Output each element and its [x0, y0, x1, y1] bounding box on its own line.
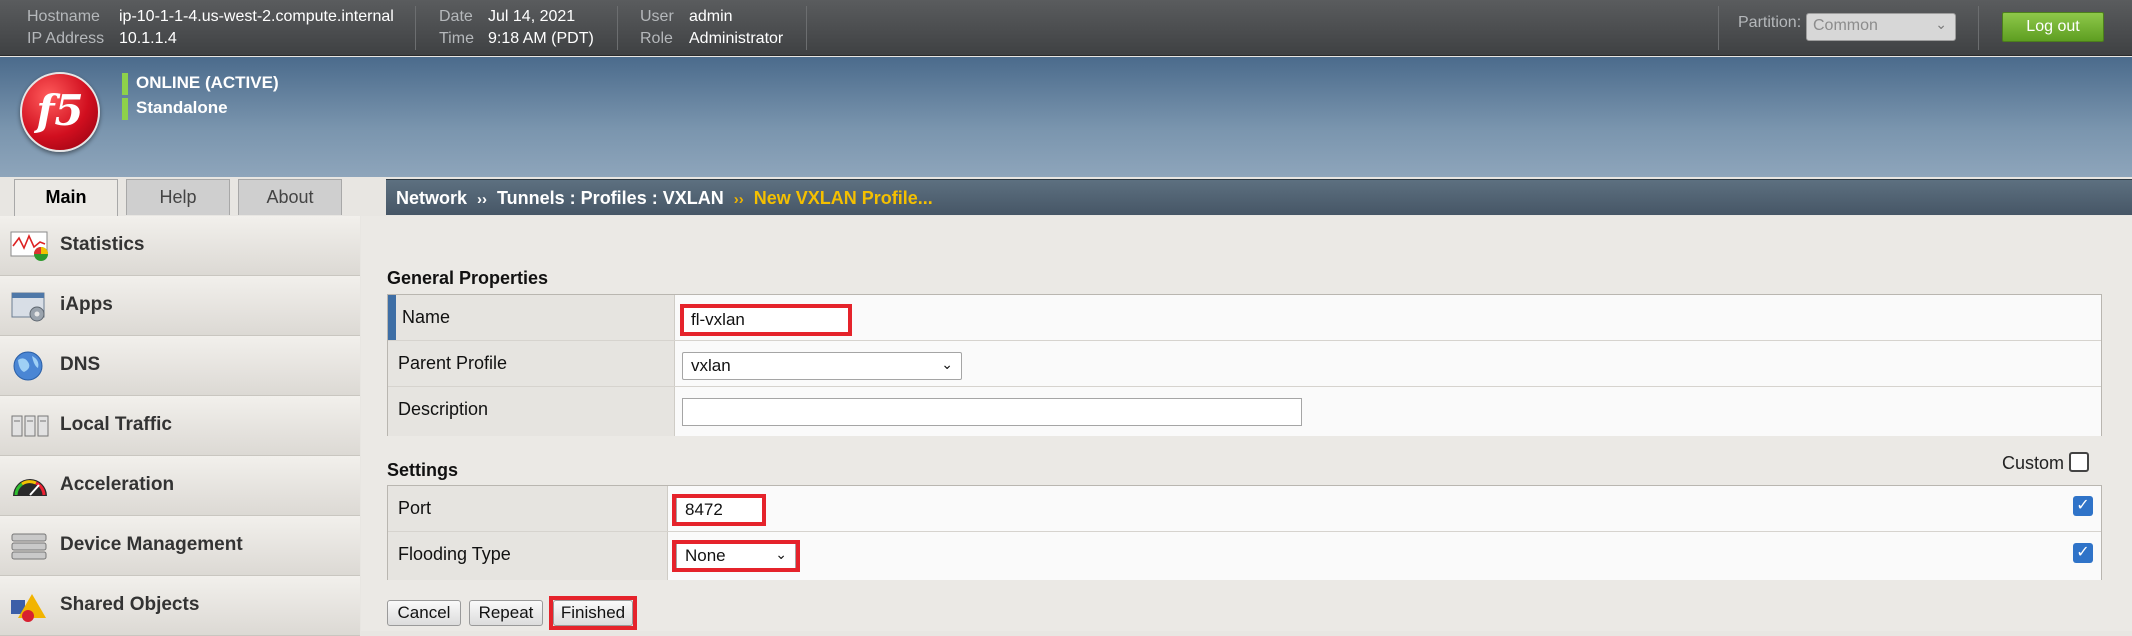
repeat-button[interactable]: Repeat: [469, 600, 543, 626]
highlight-box: [680, 304, 852, 336]
f5-logo: f5: [20, 72, 100, 152]
parent-profile-label: Parent Profile: [388, 341, 675, 386]
sidebar-item-label: Shared Objects: [60, 594, 200, 615]
sidebar-item-dns[interactable]: DNS: [0, 336, 360, 396]
sidebar-item-shared-objects[interactable]: Shared Objects: [0, 576, 360, 636]
date-label: Date: [439, 8, 473, 25]
device-management-icon: [11, 533, 47, 560]
flooding-type-label: Flooding Type: [388, 532, 668, 580]
sidebar-item-acceleration[interactable]: Acceleration: [0, 456, 360, 516]
divider: [415, 6, 416, 50]
top-info-bar: Hostname ip-10-1-1-4.us-west-2.compute.in…: [0, 0, 2132, 56]
breadcrumb: Network ›› Tunnels : Profiles : VXLAN ›› New…: [386, 179, 2132, 215]
sidebar-item-label: Acceleration: [60, 474, 175, 495]
breadcrumb-separator: ››: [477, 191, 488, 208]
description-input[interactable]: [682, 398, 1302, 426]
parent-profile-value: vxlan: [691, 356, 731, 375]
port-label: Port: [388, 486, 668, 531]
breadcrumb-vxlan-profiles[interactable]: Tunnels : Profiles : VXLAN: [497, 188, 724, 208]
divider: [806, 6, 807, 50]
role-value: Administrator: [689, 30, 784, 47]
status-standalone: Standalone: [122, 98, 228, 120]
cancel-button[interactable]: Cancel: [387, 600, 461, 626]
time-value: 9:18 AM (PDT): [488, 30, 594, 47]
port-custom-checkbox[interactable]: ✓: [2073, 496, 2093, 516]
sidebar-item-iapps[interactable]: iApps: [0, 276, 360, 336]
hostname-label: Hostname: [27, 8, 100, 25]
ip-address-value: 10.1.1.4: [119, 30, 177, 47]
port-row: Port: [388, 486, 2101, 532]
breadcrumb-separator: ››: [733, 191, 744, 208]
required-marker: [388, 295, 396, 340]
flooding-type-row: Flooding Type: [388, 532, 2101, 580]
sidebar-item-label: iApps: [60, 294, 113, 315]
chevron-down-icon: ⌄: [1935, 16, 1947, 32]
flooding-type-custom-checkbox[interactable]: ✓: [2073, 543, 2093, 563]
divider: [617, 6, 618, 50]
sidebar-item-device-management[interactable]: Device Management: [0, 516, 360, 576]
ip-address-label: IP Address: [27, 30, 105, 47]
tab-main[interactable]: Main: [14, 179, 118, 217]
breadcrumb-current: New VXLAN Profile...: [753, 188, 933, 208]
role-label: Role: [640, 30, 673, 47]
user-label: User: [640, 8, 674, 25]
header-banner: f5 ONLINE (ACTIVE) Standalone: [0, 57, 2132, 177]
statistics-icon: [10, 231, 48, 261]
name-value-cell: [675, 295, 2101, 340]
highlight-box: [672, 540, 800, 572]
description-label: Description: [388, 387, 675, 436]
shared-objects-icon: [11, 594, 46, 622]
local-traffic-icon: [11, 415, 49, 437]
hostname-value: ip-10-1-1-4.us-west-2.compute.internal: [119, 8, 394, 25]
chevron-down-icon: ⌄: [941, 356, 953, 372]
logout-button[interactable]: Log out: [2002, 12, 2104, 42]
tab-about[interactable]: About: [238, 179, 342, 215]
highlight-box: [549, 596, 637, 630]
date-value: Jul 14, 2021: [488, 8, 576, 25]
sidebar: Statistics iApps DNS Local Traffic Accel…: [0, 216, 360, 636]
status-online: ONLINE (ACTIVE): [122, 73, 279, 95]
acceleration-gauge-icon: [13, 479, 47, 496]
time-label: Time: [439, 30, 474, 47]
parent-profile-row: Parent Profile: [388, 341, 2101, 387]
settings-title: Settings: [387, 460, 459, 480]
sidebar-item-statistics[interactable]: Statistics: [0, 216, 360, 276]
divider: [1718, 6, 1719, 50]
name-row: Name: [388, 295, 2101, 341]
sidebar-item-label: Statistics: [60, 234, 145, 255]
dns-globe-icon: [13, 351, 43, 381]
sidebar-item-label: Device Management: [60, 534, 243, 555]
general-properties-title: General Properties: [387, 268, 549, 288]
divider: [1978, 6, 1979, 50]
user-block: User admin Role Administrator: [640, 6, 783, 50]
partition-select[interactable]: Common ⌄: [1806, 13, 1956, 41]
datetime-block: Date Jul 14, 2021 Time 9:18 AM (PDT): [439, 6, 594, 50]
sidebar-item-local-traffic[interactable]: Local Traffic: [0, 396, 360, 456]
user-value: admin: [689, 8, 733, 25]
settings-table: Port Flooding Type: [387, 485, 2102, 580]
breadcrumb-network[interactable]: Network: [396, 188, 467, 208]
name-label: Name: [388, 295, 675, 340]
iapps-icon: [11, 292, 45, 322]
sidebar-item-label: Local Traffic: [60, 414, 172, 435]
partition-label: Partition:: [1738, 14, 1802, 31]
hostname-block: Hostname ip-10-1-1-4.us-west-2.compute.in…: [27, 6, 394, 50]
flooding-type-value-cell: [668, 532, 2101, 580]
highlight-box: [672, 494, 766, 526]
partition-value: Common: [1813, 17, 1878, 34]
custom-checkbox[interactable]: [2069, 452, 2089, 472]
port-value-cell: [668, 486, 2101, 531]
custom-label: Custom: [2002, 453, 2065, 473]
parent-profile-select[interactable]: vxlan ⌄: [682, 352, 962, 380]
tab-help[interactable]: Help: [126, 179, 230, 215]
sidebar-item-label: DNS: [60, 354, 101, 375]
